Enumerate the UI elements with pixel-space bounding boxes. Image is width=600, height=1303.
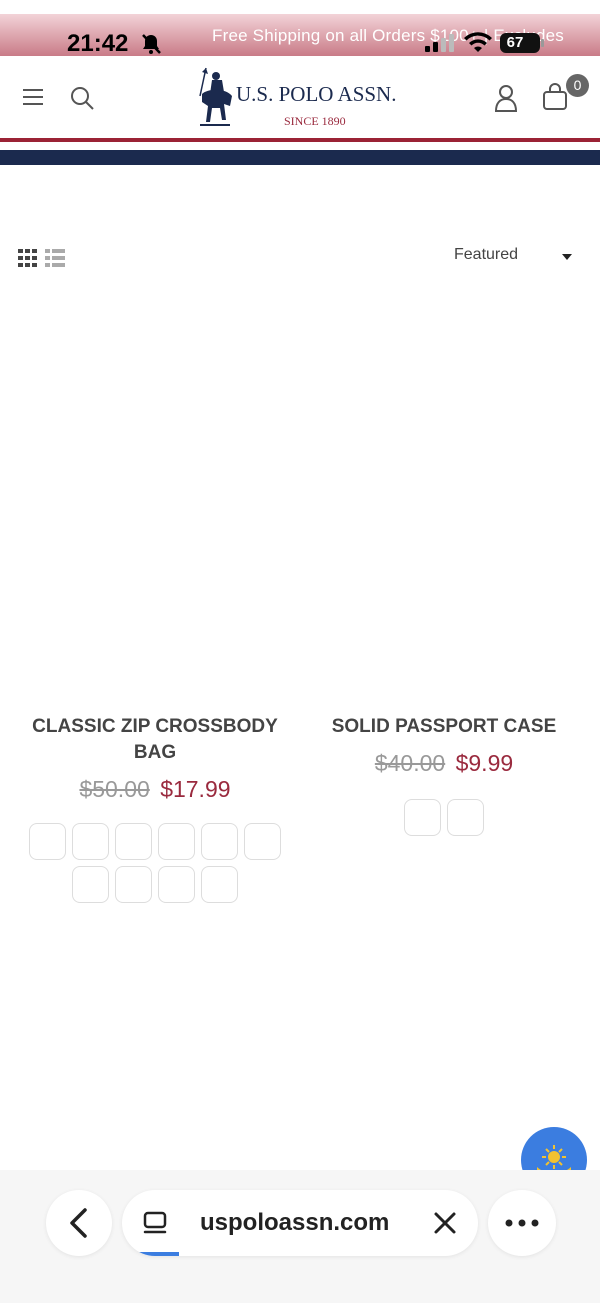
list-view-icon[interactable]: [45, 249, 65, 267]
sort-selected-label: Featured: [454, 246, 519, 263]
product-price-sale: $9.99: [455, 750, 514, 776]
address-bar[interactable]: uspoloassn.com: [122, 1190, 478, 1256]
color-swatches: [29, 823, 281, 903]
color-swatch[interactable]: [447, 799, 484, 836]
tabs-icon[interactable]: [142, 1210, 168, 1236]
product-title[interactable]: CLASSIC ZIP CROSSBODY BAG: [20, 714, 290, 766]
color-swatch[interactable]: [29, 823, 66, 860]
chevron-down-icon: [562, 254, 572, 260]
product-price-original: $40.00: [374, 750, 446, 776]
color-swatch[interactable]: [244, 823, 281, 860]
bell-muted-icon: [140, 33, 162, 55]
logo-subtitle: SINCE 1890: [284, 114, 346, 128]
polo-player-logo-icon: [199, 67, 232, 126]
search-icon[interactable]: [68, 84, 96, 112]
color-swatch[interactable]: [115, 866, 152, 903]
grid-view-icon[interactable]: [18, 249, 38, 267]
color-swatches: [399, 799, 489, 836]
sort-select[interactable]: Featured: [454, 246, 578, 268]
more-options-button[interactable]: [488, 1190, 556, 1256]
close-icon[interactable]: [432, 1210, 458, 1236]
battery-level: 67: [506, 34, 524, 51]
page-load-progress: [122, 1252, 179, 1256]
product-price-original: $50.00: [79, 776, 150, 802]
back-button[interactable]: [46, 1190, 112, 1256]
color-swatch[interactable]: [404, 799, 441, 836]
product-card[interactable]: SOLID PASSPORT CASE $40.00 $9.99: [310, 714, 578, 836]
product-title[interactable]: SOLID PASSPORT CASE: [310, 714, 578, 740]
header-stripe-navy: [0, 150, 600, 165]
url-text[interactable]: uspoloassn.com: [200, 1209, 389, 1237]
more-icon: [505, 1219, 539, 1227]
color-swatch[interactable]: [158, 823, 195, 860]
header-stripe-white: [0, 142, 600, 150]
account-icon[interactable]: [492, 84, 520, 112]
color-swatch[interactable]: [201, 866, 238, 903]
menu-icon[interactable]: [20, 84, 46, 110]
cart-count-badge[interactable]: 0: [566, 74, 589, 97]
product-price-sale: $17.99: [160, 776, 231, 802]
site-header: U.S. POLO ASSN. SINCE 1890 0: [0, 56, 600, 138]
battery-icon: 67: [500, 33, 544, 53]
wifi-icon: [463, 32, 493, 54]
product-card[interactable]: CLASSIC ZIP CROSSBODY BAG $50.00 $17.99: [20, 714, 290, 903]
color-swatch[interactable]: [115, 823, 152, 860]
color-swatch[interactable]: [158, 866, 195, 903]
browser-toolbar: uspoloassn.com: [0, 1170, 600, 1303]
signal-icon: [425, 34, 455, 52]
page: Free Shipping on all Orders $100+ | Excl…: [0, 0, 600, 1303]
status-time: 21:42: [67, 30, 129, 57]
back-icon: [70, 1208, 87, 1238]
logo-title: U.S. POLO ASSN.: [236, 82, 397, 106]
product-price: $40.00 $9.99: [310, 750, 578, 777]
color-swatch[interactable]: [72, 823, 109, 860]
product-price: $50.00 $17.99: [20, 776, 290, 803]
site-logo[interactable]: U.S. POLO ASSN. SINCE 1890: [196, 66, 406, 130]
color-swatch[interactable]: [72, 866, 109, 903]
color-swatch[interactable]: [201, 823, 238, 860]
